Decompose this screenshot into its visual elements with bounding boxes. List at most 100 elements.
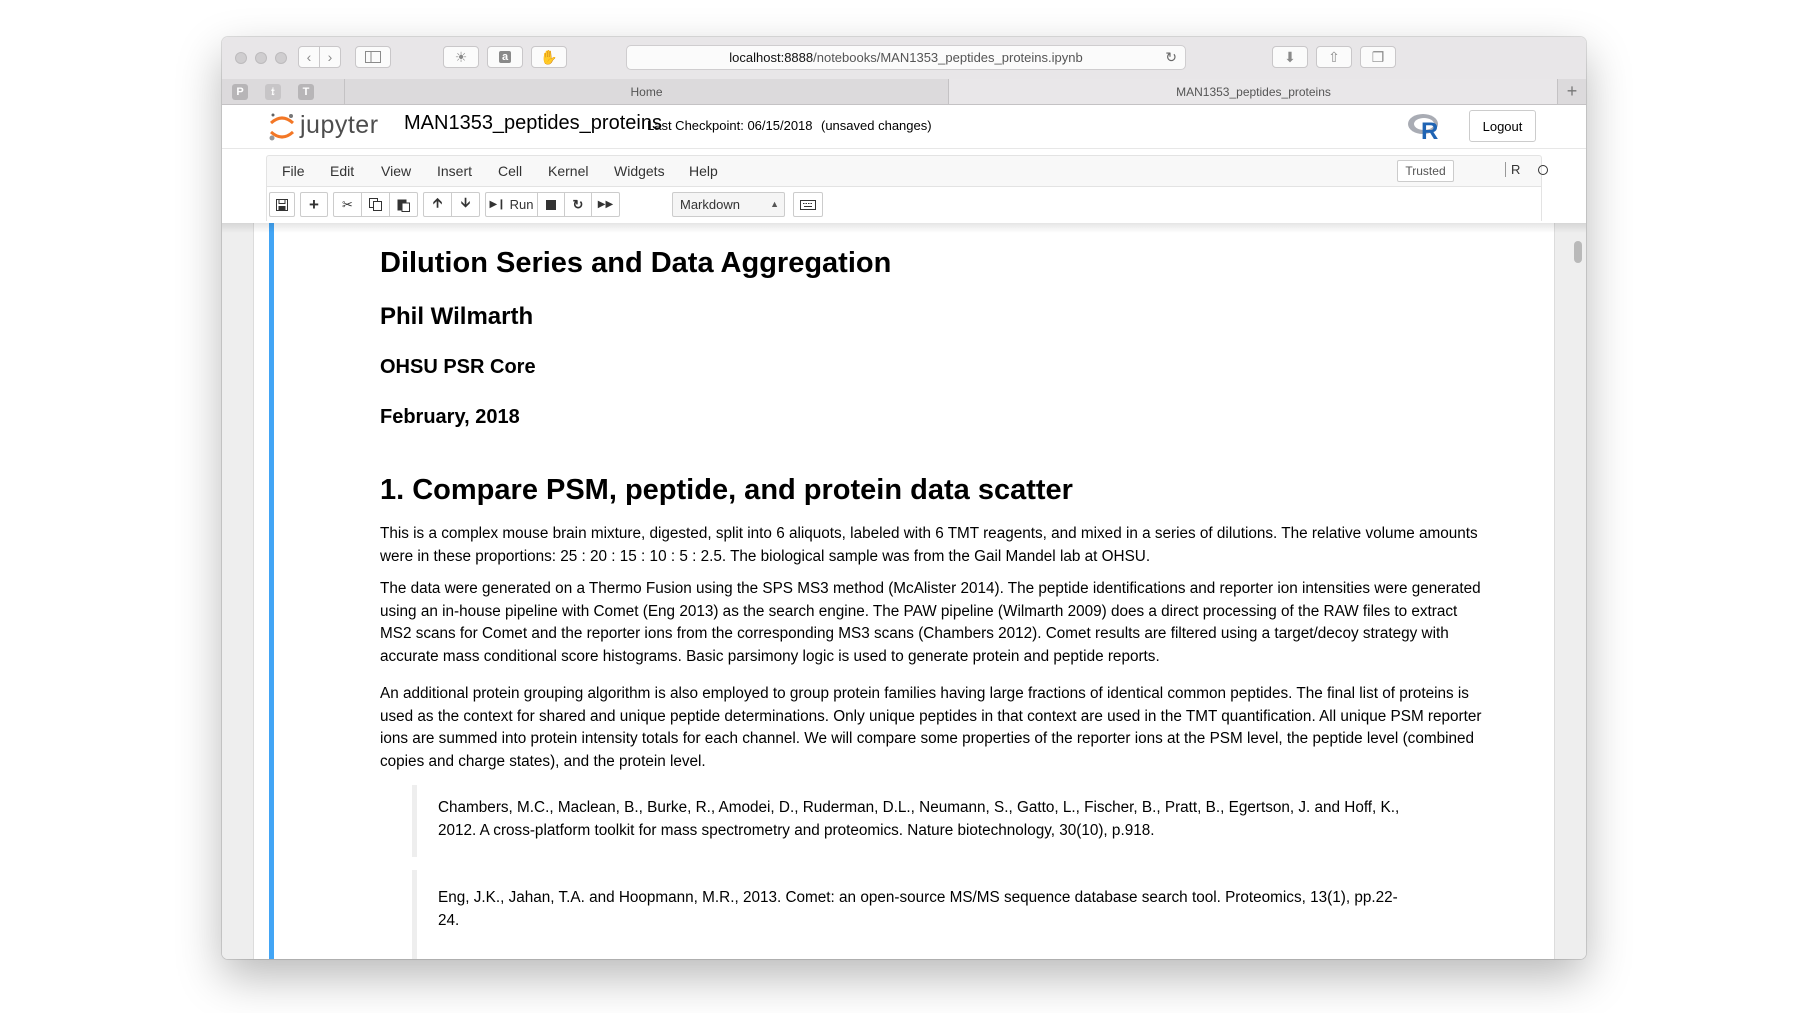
reference-text: Chambers, M.C., Maclean, B., Burke, R., … bbox=[438, 799, 1400, 839]
hand-icon: ✋ bbox=[540, 48, 558, 65]
redo-icon: ↻ bbox=[572, 196, 584, 212]
selected-cell-indicator bbox=[269, 223, 274, 959]
menu-kernel[interactable]: Kernel bbox=[548, 163, 588, 179]
kernel-name: R bbox=[1505, 162, 1520, 177]
menu-edit[interactable]: Edit bbox=[330, 163, 354, 179]
extension-a-button[interactable]: a bbox=[487, 46, 523, 68]
zoom-window-button[interactable] bbox=[275, 52, 287, 64]
arrow-down-icon: 🡫 bbox=[460, 194, 471, 210]
run-cell-button[interactable]: ▶❙ Run bbox=[485, 192, 538, 217]
paste-icon bbox=[397, 199, 410, 212]
menubar: File Edit View Insert Cell Kernel Widget… bbox=[266, 155, 1548, 187]
restart-kernel-button[interactable]: ↻ bbox=[564, 192, 592, 217]
downloads-button[interactable]: ⬇ bbox=[1272, 46, 1308, 68]
command-palette-button[interactable] bbox=[793, 192, 823, 217]
save-button[interactable] bbox=[269, 192, 295, 217]
extension-lightbulb-button[interactable]: ☀ bbox=[443, 46, 479, 68]
favorite-p-icon[interactable]: P bbox=[232, 84, 248, 100]
jupyter-logo[interactable]: jupyter bbox=[266, 111, 384, 143]
notebook-title: Dilution Series and Data Aggregation bbox=[380, 247, 892, 279]
move-cell-down-button[interactable]: 🡫 bbox=[451, 192, 480, 217]
tabs-overview-icon: ❐ bbox=[1371, 48, 1385, 65]
insert-cell-below-button[interactable]: + bbox=[300, 192, 328, 217]
chevron-left-icon: ‹ bbox=[306, 49, 312, 65]
menu-insert[interactable]: Insert bbox=[437, 163, 472, 179]
paragraph-3: An additional protein grouping algorithm… bbox=[380, 685, 1482, 770]
reference-blockquote-2: Eng, J.K., Jahan, T.A. and Hoopmann, M.R… bbox=[412, 870, 1412, 959]
tab-overview-button[interactable]: ❐ bbox=[1360, 46, 1396, 68]
reference-text: Eng, J.K., Jahan, T.A. and Hoopmann, M.R… bbox=[438, 889, 1398, 929]
logout-button[interactable]: Logout bbox=[1469, 110, 1536, 142]
browser-window: ‹ › ☀ a ✋ localhost:8888/notebooks/MAN13… bbox=[222, 37, 1586, 959]
svg-text:R: R bbox=[1421, 118, 1438, 141]
lightbulb-icon: ☀ bbox=[454, 48, 468, 65]
header-shadow bbox=[222, 223, 1586, 233]
run-label: Run bbox=[509, 197, 534, 212]
cell-type-select[interactable]: Markdown ▲▼ bbox=[672, 192, 785, 232]
paragraph-2: The data were generated on a Thermo Fusi… bbox=[380, 580, 1481, 665]
share-icon: ⇧ bbox=[1328, 48, 1340, 65]
date-heading: February, 2018 bbox=[380, 406, 520, 428]
minimize-window-button[interactable] bbox=[255, 52, 267, 64]
tab-bar: P 𝔱 T Home MAN1353_peptides_proteins + bbox=[222, 79, 1586, 105]
tab-home[interactable]: Home bbox=[344, 79, 948, 104]
share-button[interactable]: ⇧ bbox=[1316, 46, 1352, 68]
scissors-icon: ✂ bbox=[342, 196, 353, 212]
address-bar[interactable]: localhost:8888/notebooks/MAN1353_peptide… bbox=[626, 45, 1186, 70]
extension-hand-button[interactable]: ✋ bbox=[531, 46, 567, 68]
notebook-area: Dilution Series and Data Aggregation Phi… bbox=[222, 223, 1586, 959]
paste-cell-button[interactable] bbox=[389, 192, 418, 217]
new-tab-button[interactable]: + bbox=[1557, 79, 1586, 104]
browser-toolbar: ‹ › ☀ a ✋ localhost:8888/notebooks/MAN13… bbox=[222, 37, 1586, 80]
unsaved-indicator: (unsaved changes) bbox=[821, 118, 932, 133]
tab-notebook-label: MAN1353_peptides_proteins bbox=[1176, 84, 1331, 99]
plus-icon: + bbox=[1566, 81, 1578, 101]
trusted-indicator[interactable]: Trusted bbox=[1397, 160, 1454, 182]
interrupt-kernel-button[interactable] bbox=[537, 192, 565, 217]
reload-icon[interactable]: ↻ bbox=[1165, 49, 1177, 66]
chevron-right-icon: › bbox=[327, 49, 333, 65]
r-kernel-logo-icon: R bbox=[1408, 114, 1438, 141]
favorite-t-icon[interactable]: T bbox=[298, 84, 314, 100]
favorite-nyt-icon[interactable]: 𝔱 bbox=[265, 84, 281, 100]
author-heading: Phil Wilmarth bbox=[380, 303, 534, 330]
paragraph-1: This is a complex mouse brain mixture, d… bbox=[380, 525, 1478, 565]
vertical-scrollbar[interactable] bbox=[1574, 241, 1582, 263]
back-button[interactable]: ‹ bbox=[298, 46, 320, 68]
organization-heading: OHSU PSR Core bbox=[380, 356, 536, 378]
arrow-up-icon: 🡩 bbox=[432, 194, 443, 210]
menu-cell[interactable]: Cell bbox=[498, 163, 522, 179]
floppy-disk-icon bbox=[276, 198, 288, 211]
jupyter-orbit-icon bbox=[269, 113, 295, 141]
restart-run-all-button[interactable]: ▶▶ bbox=[591, 192, 620, 217]
tab-notebook[interactable]: MAN1353_peptides_proteins bbox=[948, 79, 1558, 104]
sidebar-button[interactable] bbox=[355, 46, 391, 68]
notebook-name[interactable]: MAN1353_peptides_proteins bbox=[404, 112, 662, 135]
reference-blockquote-1: Chambers, M.C., Maclean, B., Burke, R., … bbox=[412, 785, 1412, 857]
menu-view[interactable]: View bbox=[381, 163, 411, 179]
close-window-button[interactable] bbox=[235, 52, 247, 64]
forward-button[interactable]: › bbox=[319, 46, 341, 68]
section-heading: 1. Compare PSM, peptide, and protein dat… bbox=[380, 474, 1073, 506]
menu-help[interactable]: Help bbox=[689, 163, 718, 179]
copy-icon bbox=[369, 198, 382, 211]
move-cell-up-button[interactable]: 🡩 bbox=[423, 192, 452, 217]
url-host: localhost:8888 bbox=[729, 50, 814, 65]
plus-icon: + bbox=[309, 194, 319, 214]
menu-file[interactable]: File bbox=[282, 163, 305, 179]
notebook-toolbar: + ✂ 🡩 🡫 ▶❙Run ↻ ▶▶ Markdown ▲▼ bbox=[266, 187, 1542, 232]
tab-home-label: Home bbox=[630, 84, 663, 99]
download-icon: ⬇ bbox=[1284, 48, 1296, 65]
step-forward-icon: ▶❙ bbox=[489, 199, 506, 210]
amazon-a-icon: a bbox=[498, 51, 512, 63]
jupyter-header: jupyter MAN1353_peptides_proteins Last C… bbox=[222, 105, 1586, 149]
notebook-container: Dilution Series and Data Aggregation Phi… bbox=[253, 223, 1555, 959]
last-checkpoint: Last Checkpoint: 06/15/2018 bbox=[647, 118, 813, 133]
jupyter-logo-text: jupyter bbox=[300, 111, 379, 139]
keyboard-icon bbox=[800, 199, 816, 210]
fast-forward-icon: ▶▶ bbox=[597, 199, 614, 210]
copy-cell-button[interactable] bbox=[361, 192, 390, 217]
menu-widgets[interactable]: Widgets bbox=[614, 163, 665, 179]
url-path: /notebooks/MAN1353_peptides_proteins.ipy… bbox=[813, 50, 1083, 65]
cut-cell-button[interactable]: ✂ bbox=[333, 192, 362, 217]
